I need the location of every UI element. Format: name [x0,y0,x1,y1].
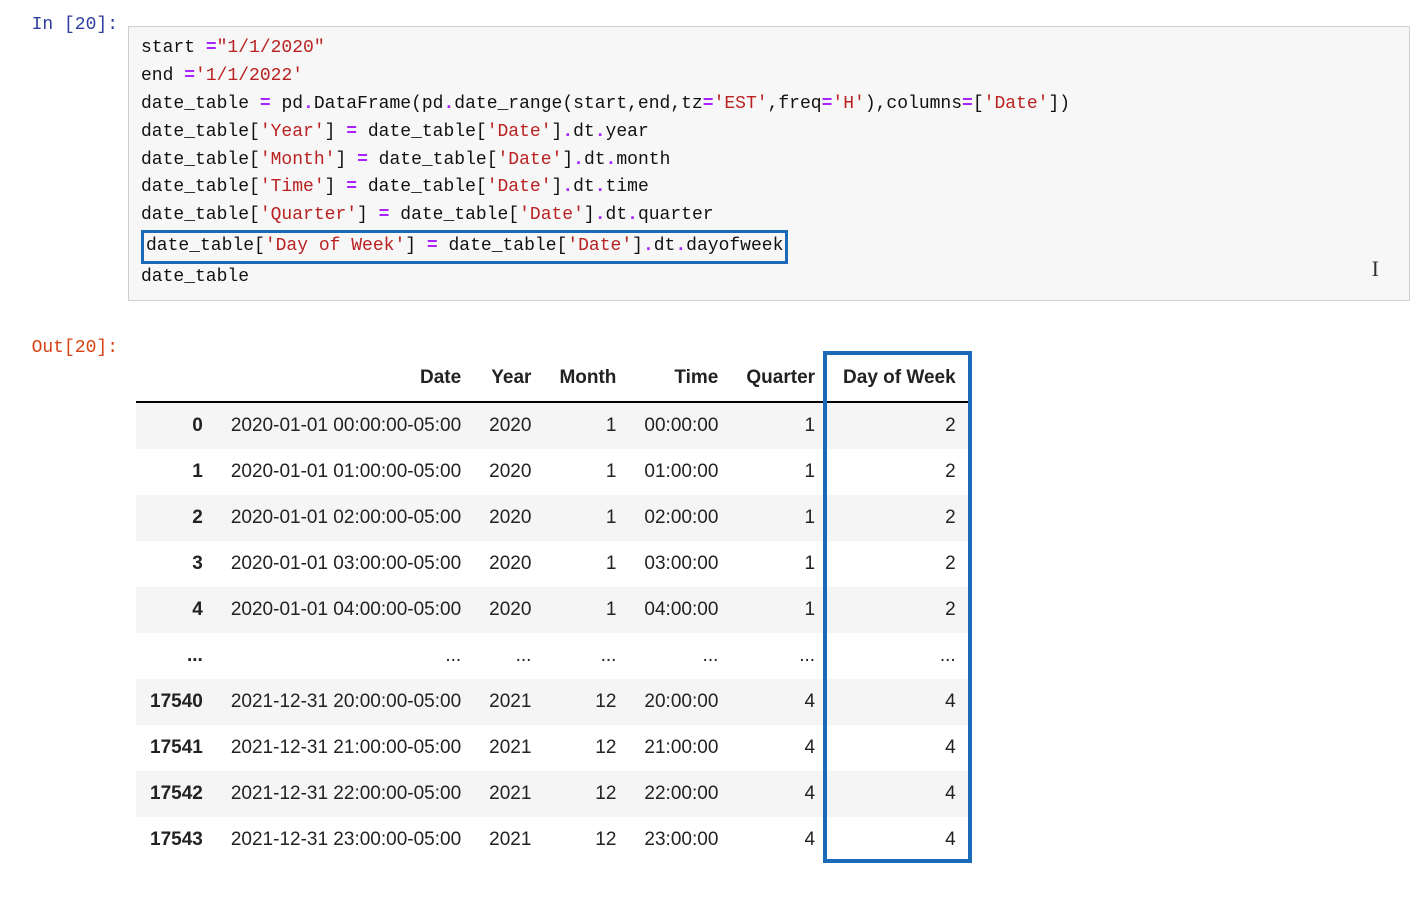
column-header: Quarter [732,355,829,402]
table-cell: 2020 [475,541,545,587]
table-cell: 1 [732,449,829,495]
table-cell: 4 [732,725,829,771]
table-row: 175402021-12-31 20:00:00-05:0020211220:0… [136,679,970,725]
table-row: 42020-01-01 04:00:00-05:002020104:00:001… [136,587,970,633]
table-row: ..................... [136,633,970,679]
table-cell: ... [829,633,970,679]
table-cell: ... [630,633,732,679]
input-prompt: In [20]: [0,8,128,37]
table-cell: 21:00:00 [630,725,732,771]
column-header: Month [545,355,630,402]
row-index: ... [136,633,217,679]
table-cell: 1 [545,541,630,587]
table-cell: 4 [732,817,829,863]
table-cell: 2021-12-31 20:00:00-05:00 [217,679,475,725]
row-index: 17543 [136,817,217,863]
table-cell: 23:00:00 [630,817,732,863]
table-cell: 2020 [475,449,545,495]
table-cell: 2 [829,402,970,449]
table-cell: 2020-01-01 00:00:00-05:00 [217,402,475,449]
table-cell: 2021-12-31 22:00:00-05:00 [217,771,475,817]
table-row: 22020-01-01 02:00:00-05:002020102:00:001… [136,495,970,541]
row-index: 17540 [136,679,217,725]
column-header: Date [217,355,475,402]
output-area: DateYearMonthTimeQuarterDay of Week 0202… [128,331,1422,868]
row-index: 1 [136,449,217,495]
row-index: 17542 [136,771,217,817]
table-row: 32020-01-01 03:00:00-05:002020103:00:001… [136,541,970,587]
table-cell: 4 [732,771,829,817]
table-cell: 2 [829,495,970,541]
text-cursor-icon: I [1372,252,1379,286]
table-cell: 4 [829,771,970,817]
table-cell: 2020-01-01 04:00:00-05:00 [217,587,475,633]
table-cell: 1 [545,587,630,633]
table-cell: 2021 [475,817,545,863]
table-cell: 2021 [475,771,545,817]
table-cell: 4 [829,679,970,725]
table-cell: 12 [545,679,630,725]
table-cell: 2020 [475,402,545,449]
row-index: 4 [136,587,217,633]
row-index: 3 [136,541,217,587]
input-cell: In [20]: start ="1/1/2020" end ='1/1/202… [0,8,1422,319]
table-cell: 4 [829,725,970,771]
table-cell: 2 [829,587,970,633]
table-cell: 1 [732,541,829,587]
table-cell: 1 [545,402,630,449]
table-cell: 2021-12-31 21:00:00-05:00 [217,725,475,771]
table-cell: ... [732,633,829,679]
table-cell: ... [545,633,630,679]
table-cell: 2020 [475,495,545,541]
column-header: Day of Week [829,355,970,402]
row-index: 17541 [136,725,217,771]
table-cell: 4 [829,817,970,863]
table-cell: 02:00:00 [630,495,732,541]
table-cell: 12 [545,771,630,817]
column-header: Year [475,355,545,402]
table-cell: 1 [732,402,829,449]
output-prompt: Out[20]: [0,331,128,360]
table-cell: 1 [545,495,630,541]
table-row: 02020-01-01 00:00:00-05:002020100:00:001… [136,402,970,449]
table-cell: 04:00:00 [630,587,732,633]
table-cell: 2020 [475,587,545,633]
table-row: 175422021-12-31 22:00:00-05:0020211222:0… [136,771,970,817]
dataframe-table: DateYearMonthTimeQuarterDay of Week 0202… [136,355,970,863]
table-cell: 22:00:00 [630,771,732,817]
table-row: 175432021-12-31 23:00:00-05:0020211223:0… [136,817,970,863]
table-cell: ... [217,633,475,679]
table-cell: 03:00:00 [630,541,732,587]
code-editor[interactable]: start ="1/1/2020" end ='1/1/2022' date_t… [128,26,1410,301]
row-index: 0 [136,402,217,449]
row-index: 2 [136,495,217,541]
dataframe-wrapper: DateYearMonthTimeQuarterDay of Week 0202… [136,355,970,863]
output-cell: Out[20]: DateYearMonthTimeQuarterDay of … [0,331,1422,868]
table-cell: 4 [732,679,829,725]
table-cell: 2021 [475,725,545,771]
table-cell: 1 [732,587,829,633]
table-cell: 1 [732,495,829,541]
column-header [136,355,217,402]
table-cell: 2020-01-01 02:00:00-05:00 [217,495,475,541]
table-cell: 20:00:00 [630,679,732,725]
table-row: 12020-01-01 01:00:00-05:002020101:00:001… [136,449,970,495]
table-cell: 2021-12-31 23:00:00-05:00 [217,817,475,863]
table-cell: 2021 [475,679,545,725]
table-cell: 2020-01-01 01:00:00-05:00 [217,449,475,495]
table-cell: ... [475,633,545,679]
table-cell: 12 [545,725,630,771]
table-cell: 12 [545,817,630,863]
table-cell: 1 [545,449,630,495]
code-highlight-box: date_table['Day of Week'] = date_table['… [141,230,788,264]
column-header: Time [630,355,732,402]
table-cell: 2020-01-01 03:00:00-05:00 [217,541,475,587]
table-cell: 2 [829,449,970,495]
table-row: 175412021-12-31 21:00:00-05:0020211221:0… [136,725,970,771]
table-cell: 00:00:00 [630,402,732,449]
table-cell: 01:00:00 [630,449,732,495]
table-cell: 2 [829,541,970,587]
